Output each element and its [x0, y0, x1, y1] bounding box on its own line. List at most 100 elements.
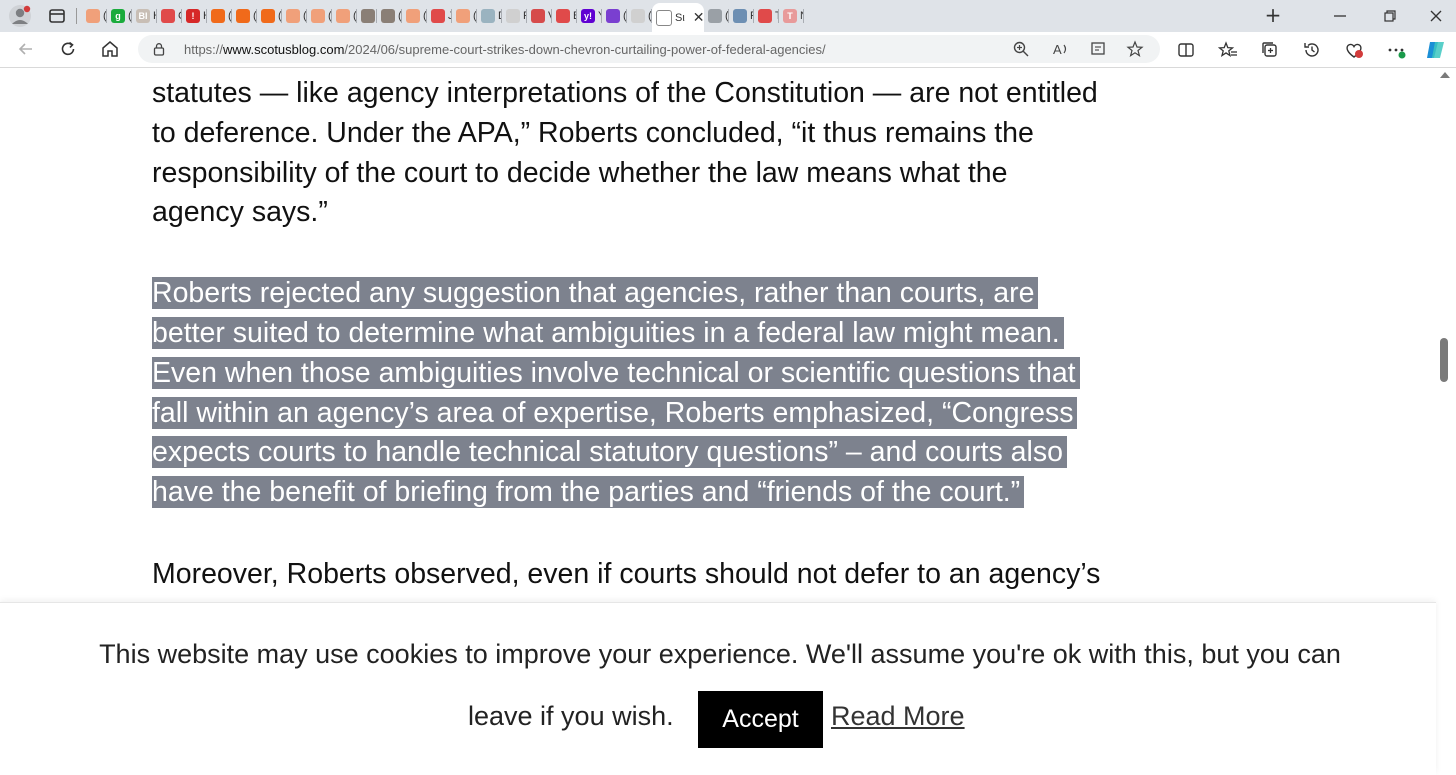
text-line: have the benefit of briefing from the pa… [152, 473, 1252, 513]
browser-tab[interactable]: FE [502, 3, 527, 29]
accept-cookies-button[interactable]: Accept [698, 691, 823, 748]
wave-icon [481, 9, 495, 23]
browser-tab[interactable] [357, 3, 377, 29]
browser-tab[interactable]: (1 [452, 3, 477, 29]
browser-tab-strip: (1g(4BIHC!H(1(1(1(1(1(1(1(1Ju(1DiFEViBay… [0, 0, 1456, 32]
browser-tab[interactable]: (1 [282, 3, 307, 29]
t-icon: T [783, 9, 797, 23]
tab-actions-icon[interactable] [47, 6, 67, 26]
home-icon[interactable] [100, 39, 120, 59]
alert-icon: ! [186, 9, 200, 23]
substack-icon [211, 9, 225, 23]
browser-tab[interactable]: TN [779, 3, 804, 29]
browser-tab[interactable]: BI H [132, 3, 157, 29]
browser-tab[interactable]: (1 [402, 3, 427, 29]
line-text: statutes — like agency interpretations o… [152, 77, 1098, 109]
line-text: better suited to determine what ambiguit… [152, 316, 1064, 349]
text-line: fall within an agency’s area of expertis… [152, 394, 1252, 434]
favorites-icon[interactable] [1218, 40, 1238, 60]
collections-icon[interactable] [1260, 40, 1280, 60]
line-text: to deference. Under the APA,” Roberts co… [152, 116, 1034, 149]
cookie-message-line1: This website may use cookies to improve … [99, 639, 1341, 669]
cookie-banner: This website may use cookies to improve … [0, 602, 1436, 775]
close-tab-icon[interactable]: ✕ [693, 9, 704, 26]
browser-tab[interactable]: Ju [427, 3, 452, 29]
browser-tab[interactable]: Ba [552, 3, 577, 29]
copilot-icon[interactable] [1424, 38, 1448, 62]
url-path: /2024/06/supreme-court-strikes-down-chev… [344, 42, 826, 57]
browser-tab[interactable]: (1 [207, 3, 232, 29]
split-screen-icon[interactable] [1176, 40, 1196, 60]
refresh-icon[interactable] [58, 39, 78, 59]
clipped-previous-line [152, 68, 1252, 76]
browser-tab[interactable]: (1 [332, 3, 357, 29]
back-icon[interactable] [16, 39, 36, 59]
close-window-icon[interactable] [1426, 6, 1446, 26]
new-tab-button[interactable]: + [1262, 5, 1284, 27]
lock-icon[interactable] [152, 42, 166, 56]
line-text: fall within an agency’s area of expertis… [152, 396, 1078, 429]
browser-tab[interactable]: (1 [627, 3, 652, 29]
article-body: statutes — like agency interpretations o… [152, 68, 1252, 595]
tab-title: Sι [675, 11, 685, 24]
browser-tab[interactable]: (9 [602, 3, 627, 29]
article-paragraph: statutes — like agency interpretations o… [152, 74, 1252, 233]
browser-tab[interactable]: g(4 [107, 3, 132, 29]
read-more-link[interactable]: Read More [831, 701, 965, 732]
text-line: better suited to determine what ambiguit… [152, 314, 1252, 354]
zoom-icon[interactable] [1012, 40, 1030, 58]
history-icon[interactable] [1302, 40, 1322, 60]
bi-icon: BI [136, 9, 150, 23]
line-text: Even when those ambiguities involve tech… [152, 356, 1080, 389]
youtube-icon [161, 9, 175, 23]
browser-tab[interactable]: Tr [754, 3, 779, 29]
browser-tab[interactable]: Sι ✕ [652, 3, 704, 32]
more-options-icon[interactable] [1386, 40, 1406, 60]
browser-essentials-icon[interactable] [1344, 40, 1364, 60]
text-line: expects courts to handle technical statu… [152, 433, 1252, 473]
read-aloud-icon[interactable]: A [1052, 40, 1070, 58]
browser-tab[interactable]: (1 [704, 3, 729, 29]
browser-tab[interactable]: (1 [307, 3, 332, 29]
line-text: Roberts rejected any suggestion that age… [152, 277, 1039, 310]
address-bar[interactable]: https://www.scotusblog.com/2024/06/supre… [138, 35, 1160, 63]
minimize-icon[interactable] [1330, 6, 1350, 26]
scrollbar-thumb[interactable] [1440, 338, 1448, 382]
browser-tab[interactable]: y!Ya [577, 3, 602, 29]
highlighted-paragraph: Roberts rejected any suggestion that age… [152, 274, 1252, 513]
line-text: agency says.” [152, 196, 328, 229]
url-scheme: https:// [184, 42, 224, 57]
browser-tab[interactable]: ! H [182, 3, 207, 29]
page-icon [656, 9, 672, 26]
yahoo-icon: y! [581, 9, 595, 23]
line-text: Moreover, Roberts observed, even if cour… [152, 557, 1101, 590]
browser-tab[interactable]: (1 [377, 3, 402, 29]
browser-tab[interactable]: (1 [257, 3, 282, 29]
browser-tab[interactable]: (1 [232, 3, 257, 29]
text-line: agency says.” [152, 193, 1252, 233]
substack-icon [406, 9, 420, 23]
substack-icon [336, 9, 350, 23]
substack-icon [286, 9, 300, 23]
browser-tab[interactable]: Di [477, 3, 502, 29]
substack-icon [261, 9, 275, 23]
youtube-icon [758, 9, 772, 23]
photo-icon [381, 9, 395, 23]
youtube-icon [556, 9, 570, 23]
svg-text:A: A [1053, 42, 1062, 57]
profile-avatar-icon[interactable] [8, 4, 32, 28]
restore-icon[interactable] [1380, 6, 1400, 26]
tab-divider [76, 8, 77, 24]
url-text[interactable]: https://www.scotusblog.com/2024/06/supre… [184, 42, 826, 57]
photo-icon [361, 9, 375, 23]
browser-tab[interactable]: C [157, 3, 182, 29]
immersive-reader-icon[interactable] [1090, 40, 1108, 58]
favorite-star-icon[interactable] [1126, 40, 1144, 58]
scroll-up-arrow[interactable] [1440, 72, 1450, 78]
browser-tab[interactable]: (1 [82, 3, 107, 29]
cookie-message-line2: leave if you wish. [468, 701, 674, 731]
substack-icon [311, 9, 325, 23]
text-line: statutes — like agency interpretations o… [152, 74, 1252, 114]
browser-tab[interactable]: Fi [729, 3, 754, 29]
browser-tab[interactable]: Vi [527, 3, 552, 29]
